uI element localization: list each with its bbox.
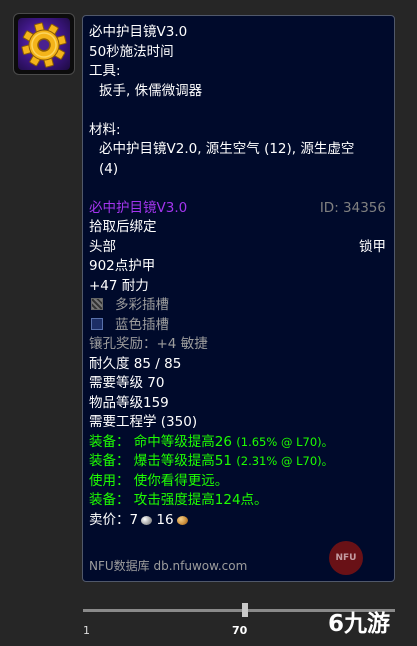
equip-effect-hit-text: 装备： 命中等级提高26 — [89, 433, 232, 450]
use-effect: 使用： 使你看得更远。 — [89, 472, 229, 489]
site-watermark: 6九游 — [328, 611, 391, 637]
level-slider-min: 1 — [83, 624, 90, 637]
silver-coin-icon — [141, 515, 153, 525]
nfu-logo: NFU — [329, 541, 363, 575]
durability: 耐久度 85 / 85 — [89, 355, 182, 372]
sell-price-copper: 16 — [156, 511, 174, 528]
item-id: ID: 34356 — [319, 199, 386, 216]
item-icon-background — [18, 18, 70, 70]
armor-type: 锁甲 — [359, 238, 386, 255]
sell-price: 卖价：7 16 — [89, 511, 394, 531]
level-slider-value: 70 — [232, 624, 248, 637]
materials-line-1: 必中护目镜V2.0, 源生空气 (12), 源生虚空 — [99, 141, 355, 157]
slot: 头部 — [89, 238, 116, 255]
tools-label: 工具: — [89, 63, 121, 79]
item-name: 必中护目镜V3.0 — [89, 24, 188, 40]
materials-line-2: (4) — [99, 160, 119, 177]
materials-label: 材料: — [89, 121, 121, 138]
sell-price-silver: 卖价：7 — [89, 511, 139, 528]
blue-socket-icon — [91, 317, 103, 330]
result-item-name[interactable]: 必中护目镜V3.0 — [89, 200, 187, 216]
item-icon-frame[interactable] — [13, 13, 75, 75]
socket-prismatic-label: 多彩插槽 — [115, 297, 169, 313]
socket-bonus: 镶孔奖励：+4 敏捷 — [89, 336, 208, 352]
required-skill: 需要工程学 (350) — [89, 414, 198, 430]
divider-spacer — [89, 179, 394, 199]
socket-blue-label: 蓝色插槽 — [115, 316, 169, 333]
result-header: 必中护目镜V3.0 ID: 34356 — [89, 199, 394, 219]
equip-effect-hit-note: (1.65% @ L70)。 — [236, 434, 334, 449]
level-slider-handle[interactable] — [242, 603, 248, 617]
tools-value: 扳手, 侏儒微调器 — [99, 82, 203, 99]
equip-effect-crit: 装备： 爆击等级提高51 (2.31% @ L70)。 — [89, 452, 394, 472]
gear-icon — [21, 22, 67, 68]
equip-effect-crit-text: 装备： 爆击等级提高51 — [89, 453, 232, 469]
slot-row: 头部 锁甲 — [89, 238, 394, 258]
divider-spacer — [89, 101, 394, 121]
prismatic-socket-icon — [91, 298, 103, 310]
socket-blue-row: 蓝色插槽 — [89, 316, 394, 336]
required-level: 需要等级 70 — [89, 375, 165, 391]
item-level: 物品等级159 — [89, 394, 169, 411]
binding: 拾取后绑定 — [89, 219, 157, 235]
cast-time: 50秒施法时间 — [89, 43, 174, 60]
source-credit[interactable]: NFU数据库 db.nfuwow.com — [89, 557, 247, 577]
armor: 902点护甲 — [89, 258, 156, 274]
stamina: +47 耐力 — [89, 277, 149, 294]
item-tooltip: 必中护目镜V3.0 50秒施法时间 工具: 扳手, 侏儒微调器 材料: 必中护目… — [82, 15, 395, 582]
copper-coin-icon — [176, 515, 188, 525]
equip-effect-crit-note: (2.31% @ L70)。 — [236, 454, 334, 468]
socket-prismatic-row: 多彩插槽 — [89, 296, 394, 316]
equip-effect-attack-power: 装备： 攻击强度提高124点。 — [89, 492, 268, 508]
equip-effect-hit: 装备： 命中等级提高26 (1.65% @ L70)。 — [89, 433, 394, 453]
